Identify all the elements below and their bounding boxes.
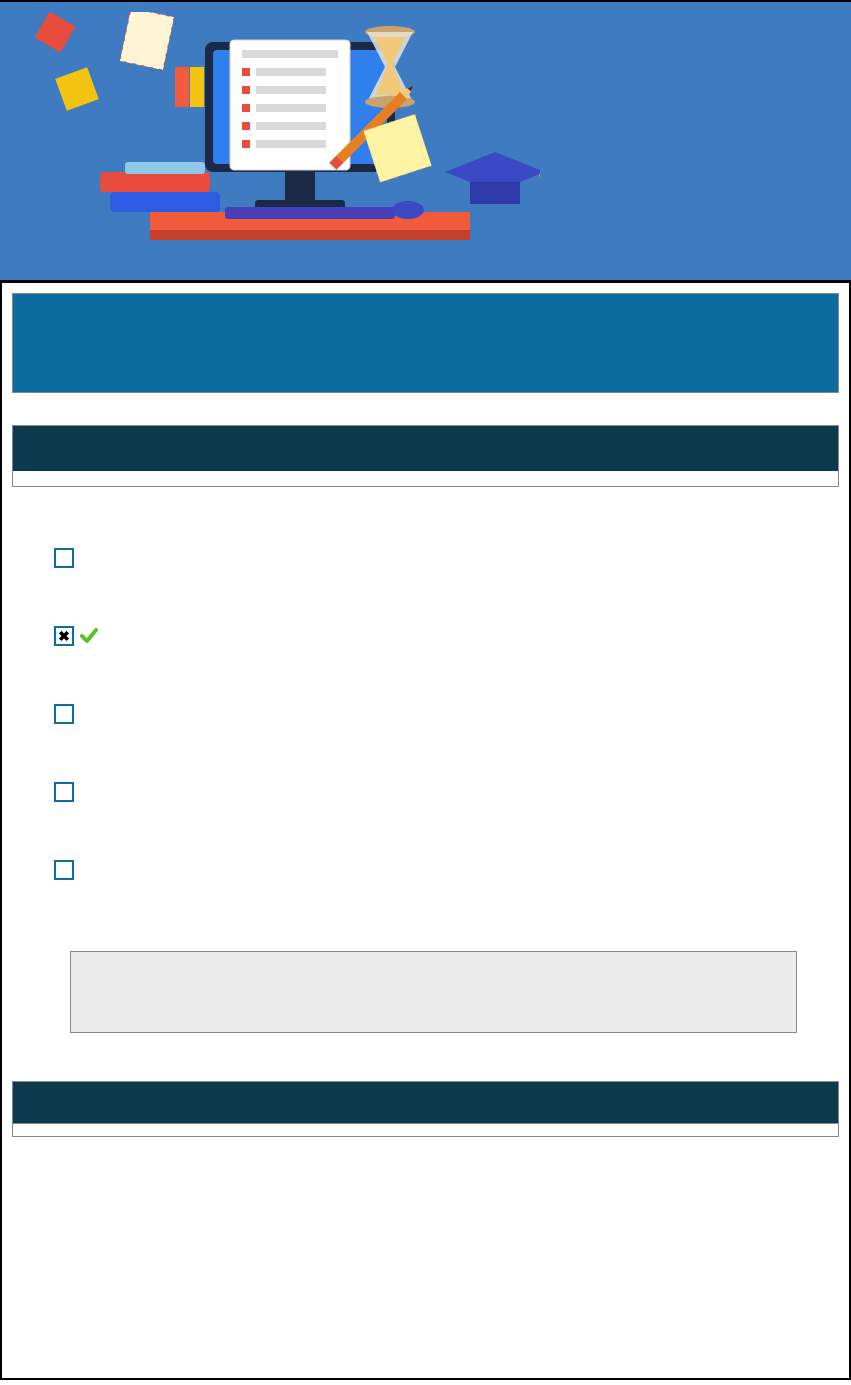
spacer: [12, 1137, 839, 1277]
question-2-header: [12, 1081, 839, 1123]
title-box: [12, 293, 839, 393]
checkbox-icon[interactable]: [54, 782, 74, 802]
option-row[interactable]: [54, 547, 839, 569]
option-row[interactable]: [54, 625, 839, 647]
question-1-options: [12, 547, 839, 881]
question-1-header: [12, 425, 839, 471]
header-banner: [0, 0, 851, 280]
correct-tick-icon: [80, 627, 98, 645]
option-row[interactable]: [54, 781, 839, 803]
exam-illustration: [30, 12, 540, 272]
content-area: [0, 280, 851, 1380]
option-row[interactable]: [54, 703, 839, 725]
checkbox-checked-icon[interactable]: [54, 626, 74, 646]
option-row[interactable]: [54, 859, 839, 881]
question-1-body: [12, 471, 839, 487]
answer-explanation-box: [70, 951, 797, 1033]
question-2-body: [12, 1123, 839, 1137]
checkbox-icon[interactable]: [54, 548, 74, 568]
checkbox-icon[interactable]: [54, 860, 74, 880]
checkbox-icon[interactable]: [54, 704, 74, 724]
